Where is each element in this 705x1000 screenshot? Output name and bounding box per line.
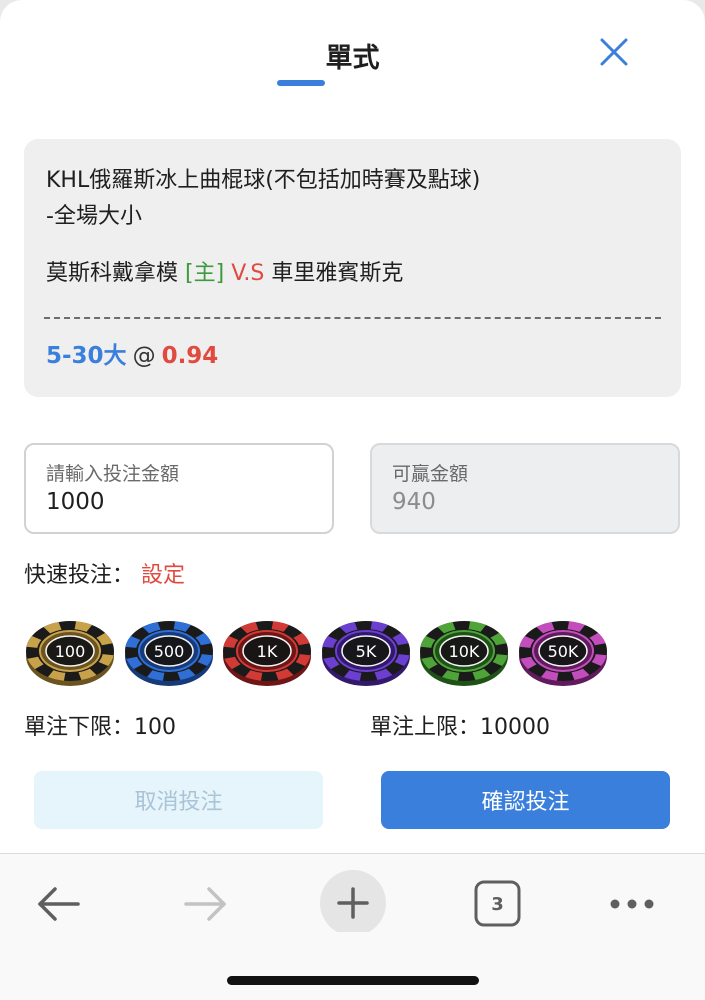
more-icon: [610, 899, 654, 909]
quick-bet-label: 快速投注：: [24, 563, 135, 588]
bet-selection: 5-30大 @0.94: [46, 338, 218, 374]
tabs-button[interactable]: 3: [473, 862, 523, 932]
back-button[interactable]: [34, 862, 86, 932]
chip-50k-icon: 50K: [518, 621, 607, 686]
browser-toolbar: 3: [0, 853, 705, 1000]
chip-100-icon: 100: [26, 621, 114, 686]
divider: [44, 317, 661, 319]
home-tag: [主]: [185, 261, 225, 286]
chip-1k-icon: 1K: [223, 621, 311, 686]
win-label: 可贏金額: [392, 463, 469, 485]
forward-arrow-icon: [184, 887, 226, 921]
plus-icon: [320, 870, 386, 936]
quick-bet-setting-link[interactable]: 設定: [141, 563, 185, 588]
stake-input[interactable]: [46, 489, 306, 515]
forward-button[interactable]: [180, 862, 232, 932]
home-indicator: [227, 976, 479, 985]
quick-chip-button[interactable]: 50K: [517, 616, 609, 688]
home-team: 莫斯科戴拿模: [46, 261, 179, 286]
min-limit: 單注下限：100: [24, 715, 176, 740]
cancel-bet-button[interactable]: 取消投注: [34, 771, 323, 829]
back-arrow-icon: [38, 887, 80, 921]
bet-slip-sheet: 單式 KHL俄羅斯冰上曲棍球(不包括加時賽及點球) -全場大小 莫斯科戴拿模 […: [0, 0, 705, 1000]
quick-chip-button[interactable]: 1K: [221, 616, 313, 688]
confirm-bet-button[interactable]: 確認投注: [381, 771, 670, 829]
league-name: KHL俄羅斯冰上曲棍球(不包括加時賽及點球): [46, 168, 481, 193]
market-name: -全場大小: [46, 204, 142, 229]
chip-500-icon: 500: [124, 621, 213, 686]
max-limit: 單注上限：10000: [370, 715, 550, 740]
chip-label: 10K: [449, 642, 480, 661]
quick-chip-button[interactable]: 100: [24, 616, 116, 688]
match-teams: 莫斯科戴拿模 [主] V.S 車里雅賓斯克: [46, 256, 403, 292]
chip-label: 1K: [257, 642, 278, 661]
chip-5k-icon: 5K: [321, 621, 410, 686]
close-button[interactable]: [594, 32, 634, 72]
header: 單式: [0, 0, 705, 110]
match-card: KHL俄羅斯冰上曲棍球(不包括加時賽及點球) -全場大小 莫斯科戴拿模 [主] …: [24, 139, 681, 397]
new-tab-button[interactable]: [318, 862, 388, 936]
chip-label: 50K: [547, 642, 578, 661]
quick-chip-button[interactable]: 10K: [418, 616, 510, 688]
stake-label: 請輸入投注金額: [46, 463, 180, 485]
quick-chip-button[interactable]: 500: [123, 616, 215, 688]
chip-label: 500: [153, 642, 184, 661]
tab-count: 3: [491, 894, 504, 915]
at-symbol: @: [132, 343, 156, 369]
stake-field[interactable]: 請輸入投注金額: [24, 443, 334, 534]
chip-10k-icon: 10K: [420, 621, 508, 686]
odds-value: 0.94: [161, 343, 219, 369]
chip-row: 100 500 1K 5K 10K 50K: [24, 616, 624, 688]
win-field: 可贏金額 940: [370, 443, 680, 534]
league-info: KHL俄羅斯冰上曲棍球(不包括加時賽及點球) -全場大小: [46, 163, 480, 235]
win-value: 940: [392, 489, 436, 515]
tabs-icon: 3: [474, 880, 521, 927]
chip-label: 5K: [355, 642, 376, 661]
title-underline: [277, 80, 325, 86]
selection-value: 5-30大: [46, 343, 127, 369]
quick-bet-row: 快速投注： 設定: [24, 559, 185, 593]
quick-chip-button[interactable]: 5K: [320, 616, 412, 688]
chip-label: 100: [55, 642, 86, 661]
close-icon: [600, 38, 628, 66]
vs-label: V.S: [231, 261, 265, 286]
more-button[interactable]: [606, 862, 658, 932]
away-team: 車里雅賓斯克: [271, 261, 404, 286]
